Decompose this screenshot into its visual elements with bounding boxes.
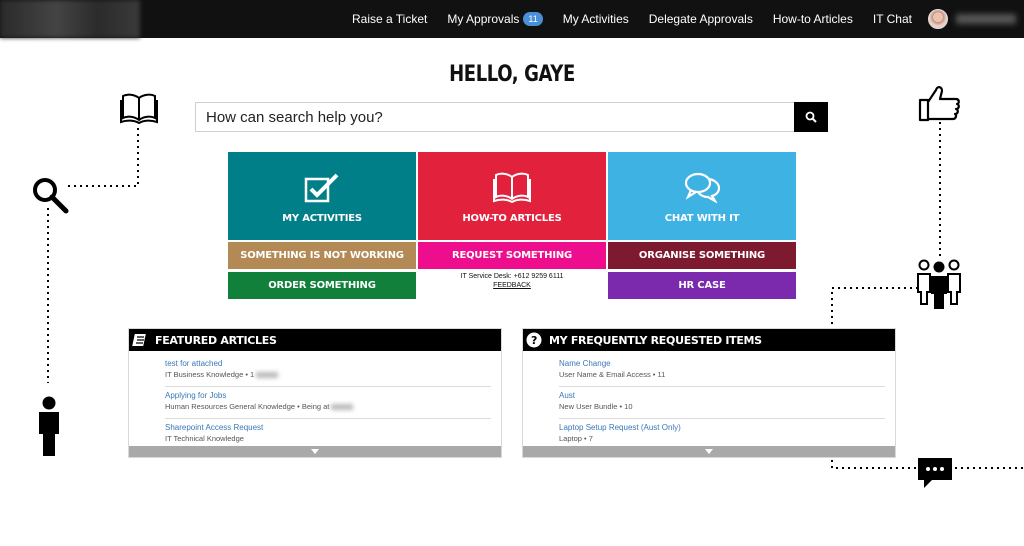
frequent-items-panel: ? MY FREQUENTLY REQUESTED ITEMS Name Cha…: [522, 328, 896, 458]
speech-bubbles-icon: [684, 172, 721, 203]
nav-delegate-approvals-label: Delegate Approvals: [648, 12, 753, 26]
article-icon: [129, 329, 151, 351]
frequent-expand-button[interactable]: [523, 446, 895, 457]
article-link[interactable]: Sharepoint Access Request: [165, 422, 491, 433]
page-title: HELLO, GAYE: [449, 62, 575, 87]
feedback-link[interactable]: FEEDBACK: [418, 281, 606, 290]
tile-organise-something[interactable]: ORGANISE SOMETHING: [608, 242, 796, 269]
tile-something-not-working[interactable]: SOMETHING IS NOT WORKING: [228, 242, 416, 269]
list-item: Name Change User Name & Email Access • 1…: [559, 355, 885, 387]
user-avatar[interactable]: [928, 9, 948, 29]
nav-my-approvals[interactable]: My Approvals 11: [447, 12, 543, 26]
list-item: test for attached IT Business Knowledge …: [165, 355, 491, 387]
nav-it-chat[interactable]: IT Chat: [873, 12, 912, 26]
tile-chat-with-it[interactable]: CHAT WITH IT: [608, 152, 796, 240]
tile-order-something-label: ORDER SOMETHING: [268, 280, 376, 291]
featured-articles-title: FEATURED ARTICLES: [155, 333, 277, 347]
article-meta-text: IT Business Knowledge • 1: [165, 370, 255, 379]
featured-expand-button[interactable]: [129, 446, 501, 457]
tile-hr-case[interactable]: HR CASE: [608, 272, 796, 299]
tile-chat-with-it-label: CHAT WITH IT: [664, 213, 740, 224]
frequent-items-title: MY FREQUENTLY REQUESTED ITEMS: [549, 333, 762, 347]
nav-my-approvals-label: My Approvals: [447, 12, 520, 26]
group-icon: [917, 259, 961, 309]
nav-howto-articles[interactable]: How-to Articles: [773, 12, 853, 26]
chevron-down-icon: [705, 449, 713, 454]
featured-articles-panel: FEATURED ARTICLES test for attached IT B…: [128, 328, 502, 458]
chat-bubble-icon: [918, 458, 952, 488]
top-navigation-bar: Raise a Ticket My Approvals 11 My Activit…: [0, 0, 1024, 38]
search-bar: [195, 102, 828, 132]
article-meta: IT Technical Knowledge: [165, 434, 244, 443]
catalog-item-link[interactable]: Laptop Setup Request (Aust Only): [559, 422, 885, 433]
nav-menu: Raise a Ticket My Approvals 11 My Activit…: [332, 0, 1024, 38]
article-link[interactable]: test for attached: [165, 358, 491, 369]
nav-raise-ticket-label: Raise a Ticket: [351, 12, 428, 26]
tile-request-something-label: REQUEST SOMETHING: [451, 250, 573, 261]
redacted-text: [331, 404, 354, 411]
tile-order-something[interactable]: ORDER SOMETHING: [228, 272, 416, 299]
tile-request-something[interactable]: REQUEST SOMETHING: [418, 242, 606, 269]
tile-howto-articles[interactable]: HOW-TO ARTICLES: [418, 152, 606, 240]
magnifier-icon: [33, 178, 69, 214]
article-link[interactable]: Applying for Jobs: [165, 390, 491, 401]
catalog-item-link[interactable]: Name Change: [559, 358, 885, 369]
question-icon: ?: [523, 329, 545, 351]
search-icon: [805, 111, 817, 123]
thumbs-up-icon: [918, 86, 960, 122]
company-logo[interactable]: [0, 0, 140, 38]
service-desk-info: IT Service Desk: +612 9259 6111 FEEDBACK: [418, 272, 606, 290]
search-button[interactable]: [794, 102, 828, 132]
checkbox-icon: [304, 173, 339, 203]
tile-hr-case-label: HR CASE: [678, 280, 726, 291]
catalog-item-meta: User Name & Email Access • 11: [559, 370, 666, 379]
list-item: Applying for Jobs Human Resources Genera…: [165, 387, 491, 419]
tile-something-not-working-label: SOMETHING IS NOT WORKING: [240, 250, 404, 261]
nav-it-chat-label: IT Chat: [872, 12, 912, 26]
tile-my-activities-label: MY ACTIVITIES: [282, 213, 362, 224]
article-meta: Human Resources General Knowledge • Bein…: [165, 401, 491, 412]
tile-howto-articles-label: HOW-TO ARTICLES: [462, 213, 562, 224]
service-desk-phone: IT Service Desk: +612 9259 6111: [460, 273, 564, 280]
article-meta-text: Human Resources General Knowledge • Bein…: [165, 402, 330, 411]
article-meta: IT Business Knowledge • 1: [165, 369, 491, 380]
catalog-item-link[interactable]: Aust: [559, 390, 885, 401]
user-name-redacted[interactable]: [956, 14, 1016, 24]
nav-howto-articles-label: How-to Articles: [772, 12, 853, 26]
redacted-text: [256, 372, 279, 379]
search-input[interactable]: [196, 103, 794, 131]
chevron-down-icon: [311, 449, 319, 454]
tile-organise-something-label: ORGANISE SOMETHING: [638, 250, 766, 261]
approvals-count-badge: 11: [523, 12, 543, 26]
person-icon: [39, 396, 59, 456]
frequent-items-header: ? MY FREQUENTLY REQUESTED ITEMS: [523, 329, 895, 351]
nav-raise-ticket[interactable]: Raise a Ticket: [352, 12, 427, 26]
catalog-item-meta: Laptop • 7: [559, 434, 593, 443]
book-icon: [120, 93, 158, 124]
nav-delegate-approvals[interactable]: Delegate Approvals: [649, 12, 753, 26]
nav-my-activities[interactable]: My Activities: [563, 12, 629, 26]
nav-my-activities-label: My Activities: [562, 12, 629, 26]
catalog-item-meta: New User Bundle • 10: [559, 402, 633, 411]
svg-text:?: ?: [531, 334, 537, 347]
featured-articles-header: FEATURED ARTICLES: [129, 329, 501, 351]
book-icon: [493, 172, 531, 203]
list-item: Aust New User Bundle • 10: [559, 387, 885, 419]
tile-my-activities[interactable]: MY ACTIVITIES: [228, 152, 416, 240]
